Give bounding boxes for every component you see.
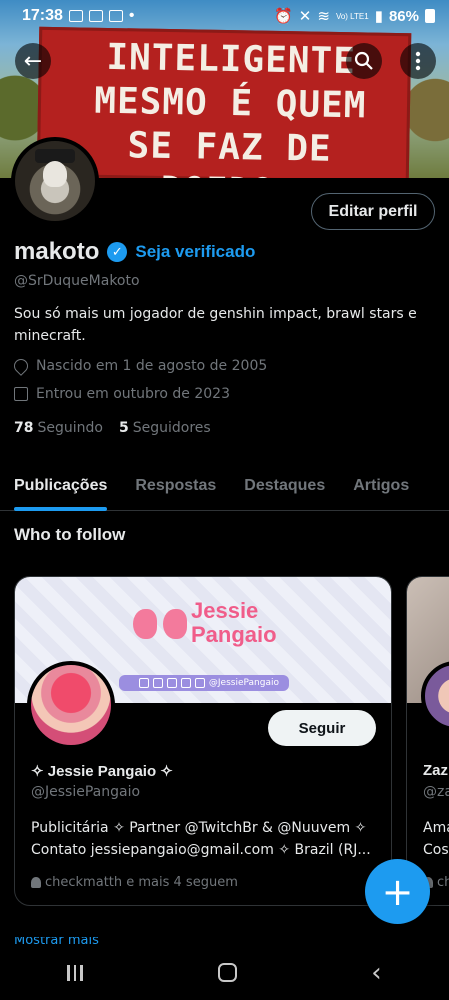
edit-profile-button[interactable]: Editar perfil (311, 193, 435, 230)
card-name: ✧ Jessie Pangaio ✧ (31, 763, 173, 780)
tab-publicacoes[interactable]: Publicações (0, 461, 121, 511)
card-followed-by: checkmatth e mais 4 seguem (31, 875, 238, 890)
wifi-icon: ≋ (317, 8, 330, 25)
sign-line-3: SE FAZ DE DOIDO. (127, 125, 332, 178)
card-name: Zaz (423, 762, 449, 779)
tiktok-icon (166, 678, 177, 688)
notification-icon (68, 10, 83, 22)
tab-respostas[interactable]: Respostas (121, 461, 230, 510)
more-options-button[interactable] (400, 43, 436, 79)
followers-label: Seguidores (132, 420, 211, 436)
twitch-icon (152, 678, 163, 688)
suggestion-card[interactable]: Jessie Pangaio @JessiePangaio Seguir ✧ J… (14, 576, 392, 906)
network-label: Vo) LTE1 (335, 11, 369, 21)
home-button[interactable] (217, 963, 237, 982)
search-icon (354, 51, 373, 70)
verified-badge-icon[interactable]: ✓ (107, 242, 128, 262)
mail-icon (88, 10, 103, 22)
avatar-skull (43, 161, 67, 187)
show-more-link[interactable]: Mostrar mais (14, 937, 99, 945)
youtube-icon (138, 678, 149, 688)
joined-date-row: Entrou em outubro de 2023 (14, 386, 230, 402)
tab-destaques[interactable]: Destaques (230, 461, 339, 510)
pill-handle: @JessiePangaio (208, 678, 279, 688)
followed-by-text: ch (437, 875, 449, 890)
card-bio: Publicitária ✧ Partner @TwitchBr & @Nuuv… (31, 820, 371, 858)
bow-icon (133, 603, 187, 645)
status-bar: 17:38 • ⏰ ✕ ≋ Vo) LTE1 ▮ 86% (0, 0, 449, 32)
followed-by-text: checkmatth e mais 4 seguem (45, 875, 238, 890)
profile-bio: Sou só mais um jogador de genshin impact… (14, 306, 417, 344)
card-bio-line-1: Ama (423, 820, 449, 836)
recents-button[interactable] (67, 964, 83, 981)
follow-stats: 78 Seguindo 5 Seguidores (14, 420, 211, 436)
profile-tabs: Publicações Respostas Destaques Artigos (0, 461, 449, 511)
following-count: 78 (14, 420, 34, 436)
youtube-icon (108, 10, 123, 22)
card-brand: Jessie Pangaio (191, 599, 277, 647)
followers-count: 5 (118, 420, 129, 436)
following-label: Seguindo (37, 420, 103, 436)
tab-artigos[interactable]: Artigos (339, 461, 423, 510)
person-icon (31, 877, 41, 888)
card-avatar[interactable] (27, 661, 115, 749)
calendar-icon (14, 387, 28, 401)
location-icon (11, 356, 31, 376)
back-nav-button[interactable]: ‹ (371, 958, 381, 988)
profile-name: makoto (14, 238, 100, 265)
card-bio: Ama Cos (423, 817, 449, 861)
following-link[interactable]: 78 Seguindo (14, 420, 103, 436)
alarm-icon: ⏰ (274, 8, 293, 25)
birth-date-row: Nascido em 1 de agosto de 2005 (11, 356, 268, 376)
suggestion-card[interactable]: Zaz @za Ama Cos ch (406, 576, 449, 906)
signal-icon: ▮ (374, 8, 383, 25)
follow-button[interactable]: Seguir (268, 710, 376, 746)
search-button[interactable] (346, 43, 382, 79)
brand-line-2: Pangaio (191, 622, 277, 647)
twitter-icon (194, 678, 205, 688)
battery-icon (425, 9, 435, 23)
card-handle: @JessiePangaio (31, 784, 141, 800)
get-verified-link[interactable]: Seja verificado (135, 242, 255, 262)
arrow-left-icon: ← (23, 48, 43, 74)
who-to-follow-title: Who to follow (14, 525, 126, 544)
more-notifications-icon: • (128, 7, 135, 24)
followers-link[interactable]: 5 Seguidores (119, 420, 211, 436)
more-vertical-icon (415, 51, 421, 71)
back-button[interactable]: ← (15, 43, 51, 79)
profile-handle: @SrDuqueMakoto (14, 273, 140, 289)
social-pill: @JessiePangaio (119, 675, 289, 691)
brand-line-1: Jessie (191, 598, 259, 623)
card-handle: @za (423, 784, 449, 800)
instagram-icon (180, 678, 191, 688)
card-bio-line-2: Cos (423, 842, 449, 858)
profile-avatar[interactable] (11, 137, 99, 225)
birth-date: Nascido em 1 de agosto de 2005 (36, 358, 268, 374)
battery-percent: 86% (388, 7, 419, 25)
system-nav-bar: ‹ (0, 945, 449, 1000)
joined-date: Entrou em outubro de 2023 (36, 386, 230, 402)
profile-name-row: makoto ✓ Seja verificado (14, 238, 255, 266)
status-time: 17:38 (22, 7, 63, 24)
plus-icon: + (381, 869, 414, 914)
compose-button[interactable]: + (365, 859, 430, 924)
sign-line-2: MESMO É QUEM (94, 80, 367, 127)
mute-icon: ✕ (298, 8, 312, 25)
